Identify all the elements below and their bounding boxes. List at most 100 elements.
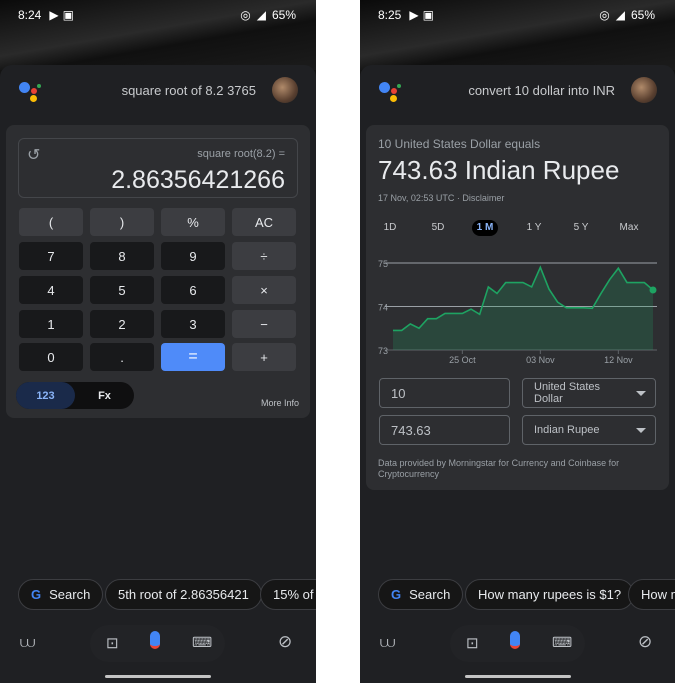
amount-from-input[interactable]: 10 (379, 378, 510, 408)
calc-key[interactable]: AC (232, 208, 296, 236)
home-indicator[interactable] (465, 675, 571, 678)
status-bar: 8:25 ▶ ▣ ◎ ◢ 65% (378, 8, 655, 22)
google-g-icon: G (391, 587, 402, 602)
dropdown-arrow-icon (636, 428, 646, 433)
converter-result: 743.63 Indian Rupee (378, 155, 620, 185)
x-tick-label: 12 Nov (604, 355, 633, 365)
avatar[interactable] (631, 77, 657, 103)
chip-suggestion[interactable]: 5th root of 2.86356421 (105, 579, 262, 610)
explore-icon[interactable]: ⊘ (278, 632, 292, 652)
chip-label: How many rupees is $1? (478, 587, 622, 602)
calc-key[interactable]: 5 (90, 276, 154, 304)
currency-to-select[interactable]: Indian Rupee (522, 415, 656, 445)
calc-key[interactable]: 9 (161, 242, 225, 270)
microphone-icon[interactable] (510, 631, 520, 649)
calc-key[interactable]: + (232, 343, 296, 371)
range-tab[interactable]: Max (614, 220, 644, 236)
calc-key[interactable]: × (232, 276, 296, 304)
google-g-icon: G (31, 587, 42, 602)
keyboard-icon[interactable]: ⌨ (552, 634, 572, 651)
calc-key[interactable]: 1 (19, 310, 83, 338)
chip-suggestion[interactable]: 15% of 2 (260, 579, 316, 610)
mode-fx-button[interactable]: Fx (75, 382, 134, 409)
hotspot-icon: ◎ (599, 8, 610, 22)
chip-label: 15% of 2 (273, 587, 316, 602)
hotspot-icon: ◎ (240, 8, 251, 22)
google-assistant-logo (19, 80, 45, 104)
query-text[interactable]: square root of 8.2 3765 (122, 83, 256, 98)
status-time: 8:25 (378, 8, 402, 22)
calc-key[interactable]: = (161, 343, 225, 371)
more-info-link[interactable]: More Info (261, 398, 299, 408)
battery-level: 65% (271, 8, 296, 22)
chip-label: Search (409, 587, 451, 602)
calc-key[interactable]: 8 (90, 242, 154, 270)
chart-area (393, 267, 653, 350)
calculator-expression: square root(8.2) = (197, 148, 285, 160)
data-source-footer: Data provided by Morningstar for Currenc… (378, 458, 620, 479)
microphone-icon[interactable] (150, 631, 160, 649)
chip-suggestion[interactable]: How m (628, 579, 675, 610)
x-tick-label: 25 Oct (449, 355, 476, 365)
mode-toggle: 123 Fx (16, 382, 134, 409)
home-indicator[interactable] (105, 675, 211, 678)
y-tick-label: 73 (378, 346, 388, 356)
currency-from-value: United States Dollar (534, 381, 601, 405)
calc-key[interactable]: 2 (90, 310, 154, 338)
amount-to-input[interactable]: 743.63 (379, 415, 510, 445)
lens-icon[interactable]: ⊡ (466, 634, 479, 652)
calc-key[interactable]: 6 (161, 276, 225, 304)
calculator-display: ↺ square root(8.2) = 2.86356421266 (18, 138, 298, 198)
range-tab[interactable]: 1 M (472, 220, 498, 236)
y-tick-label: 74 (378, 303, 388, 313)
exchange-rate-chart: 75 74 73 25 Oct 03 Nov 12 Nov (378, 259, 657, 365)
chip-search[interactable]: G Search (18, 579, 104, 610)
calc-key[interactable]: 0 (19, 343, 83, 371)
range-tab[interactable]: 5D (423, 220, 453, 236)
explore-icon[interactable]: ⊘ (638, 632, 652, 652)
last-point-marker (649, 286, 657, 294)
range-tab[interactable]: 5 Y (566, 220, 596, 236)
youtube-icon: ▶ (49, 8, 59, 22)
image-icon: ▣ (62, 8, 74, 22)
currency-from-select[interactable]: United States Dollar (522, 378, 656, 408)
converter-timestamp[interactable]: 17 Nov, 02:53 UTC · Disclaimer (378, 193, 504, 203)
calc-key[interactable]: 7 (19, 242, 83, 270)
currency-to-value: Indian Rupee (534, 424, 600, 436)
google-assistant-logo (379, 80, 405, 104)
calc-key[interactable]: ÷ (232, 242, 296, 270)
calc-key[interactable]: − (232, 310, 296, 338)
status-bar: 8:24 ▶ ▣ ◎ ◢ 65% (18, 8, 296, 22)
signal-icon: ◢ (256, 8, 266, 22)
chip-label: 5th root of 2.86356421 (118, 587, 249, 602)
calc-key[interactable]: 4 (19, 276, 83, 304)
phone-screen-calculator: 8:24 ▶ ▣ ◎ ◢ 65% square root of 8.2 3765 ↺… (0, 0, 316, 683)
chip-search[interactable]: G Search (378, 579, 464, 610)
range-tab[interactable]: 1D (375, 220, 405, 236)
keyboard-icon[interactable]: ⌨ (192, 634, 212, 651)
calc-key[interactable]: 3 (161, 310, 225, 338)
history-icon[interactable]: ↺ (27, 145, 40, 165)
mode-123-button[interactable]: 123 (16, 382, 75, 409)
input-bar: ⊡ ⌨ (450, 625, 585, 662)
chip-suggestion[interactable]: How many rupees is $1? (465, 579, 635, 610)
amount-from-value: 10 (391, 385, 406, 401)
snapshot-icon[interactable]: ⩊ (20, 634, 35, 651)
calculator-result: 2.86356421266 (111, 166, 285, 194)
image-icon: ▣ (422, 8, 434, 22)
calc-key[interactable]: ) (90, 208, 154, 236)
y-tick-label: 75 (378, 259, 388, 269)
range-tab[interactable]: 1 Y (519, 220, 549, 236)
phone-screen-converter: 8:25 ▶ ▣ ◎ ◢ 65% convert 10 dollar into IN… (360, 0, 675, 683)
converter-subtitle: 10 United States Dollar equals (378, 137, 541, 151)
query-text[interactable]: convert 10 dollar into INR (468, 83, 615, 98)
dropdown-arrow-icon (636, 391, 646, 396)
lens-icon[interactable]: ⊡ (106, 634, 119, 652)
amount-to-value: 743.63 (391, 422, 431, 438)
calc-key[interactable]: % (161, 208, 225, 236)
calc-key[interactable]: ( (19, 208, 83, 236)
avatar[interactable] (272, 77, 298, 103)
calc-key[interactable]: . (90, 343, 154, 371)
battery-level: 65% (630, 8, 655, 22)
snapshot-icon[interactable]: ⩊ (380, 634, 395, 651)
